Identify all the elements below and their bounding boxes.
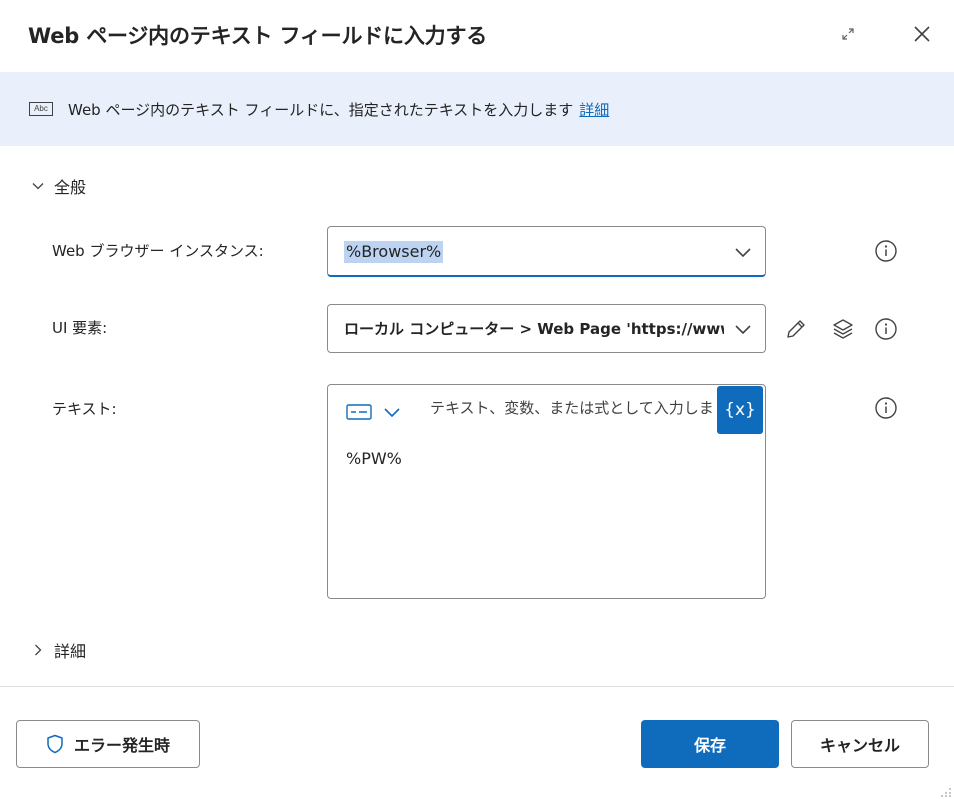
insert-variable-button[interactable]: {x}: [717, 386, 763, 434]
save-button[interactable]: 保存: [641, 720, 779, 768]
close-button[interactable]: [908, 20, 936, 48]
browser-info-button[interactable]: [873, 238, 899, 264]
close-icon: [914, 26, 930, 42]
chevron-down-icon: [735, 248, 751, 258]
text-field-icon: Abc: [29, 102, 53, 116]
chevron-down-icon: [384, 408, 400, 418]
dialog-titlebar: Web ページ内のテキスト フィールドに入力する: [0, 0, 954, 72]
browser-instance-value: %Browser%: [344, 241, 444, 263]
text-mode-icon: [346, 404, 372, 420]
dialog-title: Web ページ内のテキスト フィールドに入力する: [28, 24, 488, 48]
expand-icon: [842, 28, 854, 40]
ui-element-select[interactable]: ローカル コンピューター > Web Page 'https://www..: [327, 304, 766, 353]
advanced-section-label: 詳細: [54, 642, 87, 661]
info-description-text: Web ページ内のテキスト フィールドに、指定されたテキストを入力します: [68, 101, 574, 119]
edit-ui-element-button[interactable]: [783, 316, 809, 342]
chevron-down-icon: [735, 325, 751, 335]
general-section-toggle[interactable]: 全般: [30, 174, 86, 198]
layers-icon: [833, 319, 853, 339]
resize-grip-icon[interactable]: [940, 785, 952, 797]
footer-divider: [0, 686, 954, 687]
text-mode-toggle[interactable]: [346, 403, 402, 421]
ui-element-value: ローカル コンピューター > Web Page 'https://www..: [344, 320, 724, 338]
text-input-value[interactable]: %PW%: [346, 449, 402, 468]
browser-instance-select[interactable]: %Browser%: [327, 226, 766, 277]
advanced-section-toggle[interactable]: 詳細: [30, 638, 86, 662]
cancel-button[interactable]: キャンセル: [791, 720, 929, 768]
info-icon: [875, 318, 897, 340]
pencil-icon: [787, 320, 805, 338]
chevron-right-icon: [30, 642, 46, 658]
chevron-down-icon: [30, 178, 46, 194]
on-error-label: エラー発生時: [73, 736, 170, 755]
ui-element-info-button[interactable]: [873, 316, 899, 342]
ui-element-label: UI 要素:: [52, 319, 108, 337]
text-info-button[interactable]: [873, 395, 899, 421]
shield-icon: [47, 734, 63, 754]
general-section-label: 全般: [54, 178, 87, 197]
text-input-area[interactable]: テキスト、変数、または式として入力しま {x} %PW%: [327, 384, 766, 599]
ui-element-repository-button[interactable]: [830, 316, 856, 342]
text-input-placeholder: テキスト、変数、または式として入力しま: [430, 399, 714, 417]
on-error-button[interactable]: エラー発生時: [16, 720, 200, 768]
info-icon: [875, 397, 897, 419]
text-label: テキスト:: [52, 400, 117, 418]
expand-button[interactable]: [836, 22, 860, 46]
info-icon: [875, 240, 897, 262]
learn-more-link[interactable]: 詳細: [579, 101, 609, 119]
info-description: Web ページ内のテキスト フィールドに、指定されたテキストを入力します 詳細: [68, 99, 609, 120]
browser-instance-label: Web ブラウザー インスタンス:: [52, 242, 264, 260]
